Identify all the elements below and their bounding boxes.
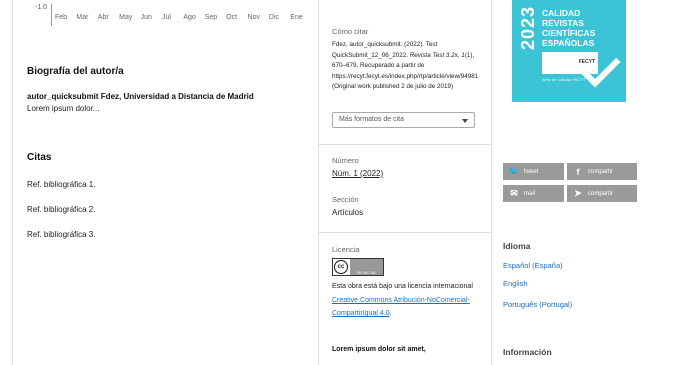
share-telegram-label: compartir	[588, 190, 614, 197]
reference-item: Ref. bibliográfica 3.	[27, 230, 96, 239]
seal-line: CIENTÍFICAS	[542, 28, 596, 38]
language-heading: Idioma	[503, 241, 531, 251]
x-axis-tick: Jun	[140, 14, 152, 21]
citation-journal: Revista Test 3.2x, 1	[409, 51, 465, 59]
abstract-snippet: Lorem ipsum dolor sit amet,	[332, 346, 426, 353]
how-to-cite-label: Cómo citar	[332, 27, 369, 36]
section-label: Sección	[332, 195, 359, 204]
cc-by-nc-sa-icon: BY NC SA	[350, 259, 383, 275]
cc-icon: cc	[334, 260, 348, 274]
mail-icon: ✉	[510, 188, 518, 198]
x-axis-tick: Ago	[183, 14, 196, 21]
y-axis-line	[51, 4, 52, 26]
facebook-icon: f	[576, 166, 580, 177]
chevron-down-icon	[462, 119, 468, 123]
language-link-en[interactable]: English	[503, 279, 528, 288]
divider	[319, 144, 491, 145]
seal-line: CALIDAD	[542, 8, 581, 18]
seal-line: ESPAÑOLAS	[542, 38, 595, 48]
x-axis-months: Feb Mar Abr May Jun Jul Ago Sep Oct Nov …	[55, 14, 312, 21]
x-axis-tick: Ene	[290, 14, 303, 21]
author-bio-heading: Biografía del autor/a	[27, 66, 124, 77]
article-details-column: Cómo citar Fdez, autor_quicksubmit. (202…	[318, 0, 492, 365]
author-bio-text: Lorem ipsum dolor...	[27, 104, 100, 113]
reference-item: Ref. bibliográfica 2.	[27, 205, 96, 214]
x-axis-tick: Abr	[97, 14, 109, 21]
quality-seal-logo[interactable]: 2023 CALIDAD REVISTAS CIENTÍFICAS ESPAÑO…	[512, 0, 626, 102]
x-axis-tick: Sep	[204, 14, 218, 21]
share-twitter-label: tweet	[524, 168, 539, 175]
citation-format-select[interactable]: Más formatos de cita	[332, 112, 475, 128]
license-text-part: .	[389, 310, 392, 317]
x-axis-tick: Dic	[268, 14, 280, 21]
seal-subtitle: Sello de Calidad FECYT	[542, 77, 586, 82]
stats-chart-axis: -1.0 Feb Mar Abr May Jun Jul Ago Sep Oct…	[35, 0, 315, 30]
issue-link[interactable]: Núm. 1 (2022)	[332, 169, 383, 178]
sidebar: 2023 CALIDAD REVISTAS CIENTÍFICAS ESPAÑO…	[490, 0, 700, 365]
language-link-es[interactable]: Español (España)	[503, 261, 563, 270]
issue-label: Número	[332, 156, 359, 165]
section-value: Artículos	[332, 208, 364, 217]
citations-heading: Citas	[27, 152, 52, 163]
article-main-column: -1.0 Feb Mar Abr May Jun Jul Ago Sep Oct…	[12, 0, 319, 365]
seal-line: REVISTAS	[542, 18, 584, 28]
share-facebook-label: compartir	[588, 168, 614, 175]
license-text-part: Esta obra está bajo una licencia interna…	[332, 283, 473, 290]
x-axis-tick: Oct	[226, 14, 238, 21]
share-twitter-button[interactable]: 🐦 tweet	[503, 163, 564, 180]
license-text: Esta obra está bajo una licencia interna…	[332, 280, 484, 321]
share-mail-label: mail	[524, 190, 536, 197]
divider	[319, 232, 491, 233]
license-label: Licencia	[332, 245, 360, 254]
x-axis-tick: Nov	[247, 14, 260, 21]
share-facebook-button[interactable]: f compartir	[567, 163, 637, 180]
citation-text: Fdez, autor_quicksubmit. (2022). Test Qu…	[332, 40, 482, 93]
share-telegram-button[interactable]: ➤ compartir	[567, 185, 637, 202]
share-mail-button[interactable]: ✉ mail	[503, 185, 564, 202]
author-name: autor_quicksubmit Fdez, Universidad a Di…	[27, 92, 254, 101]
x-axis-tick: May	[119, 14, 133, 21]
citation-format-label: Más formatos de cita	[339, 116, 404, 123]
x-axis-tick: Feb	[55, 14, 68, 21]
telegram-icon: ➤	[574, 188, 582, 198]
cc-license-badge[interactable]: cc BY NC SA	[332, 258, 384, 276]
x-axis-tick: Jul	[161, 14, 171, 21]
language-link-pt[interactable]: Português (Portugal)	[503, 300, 572, 309]
information-heading: Información	[503, 347, 552, 357]
license-link[interactable]: Creative Commons Atribución-NoComercial-…	[332, 297, 470, 318]
x-axis-tick: Mar	[76, 14, 89, 21]
y-axis-tick: -1.0	[35, 4, 48, 11]
seal-year: 2023	[518, 6, 538, 51]
reference-item: Ref. bibliográfica 1.	[27, 180, 96, 189]
twitter-icon: 🐦	[508, 166, 520, 176]
